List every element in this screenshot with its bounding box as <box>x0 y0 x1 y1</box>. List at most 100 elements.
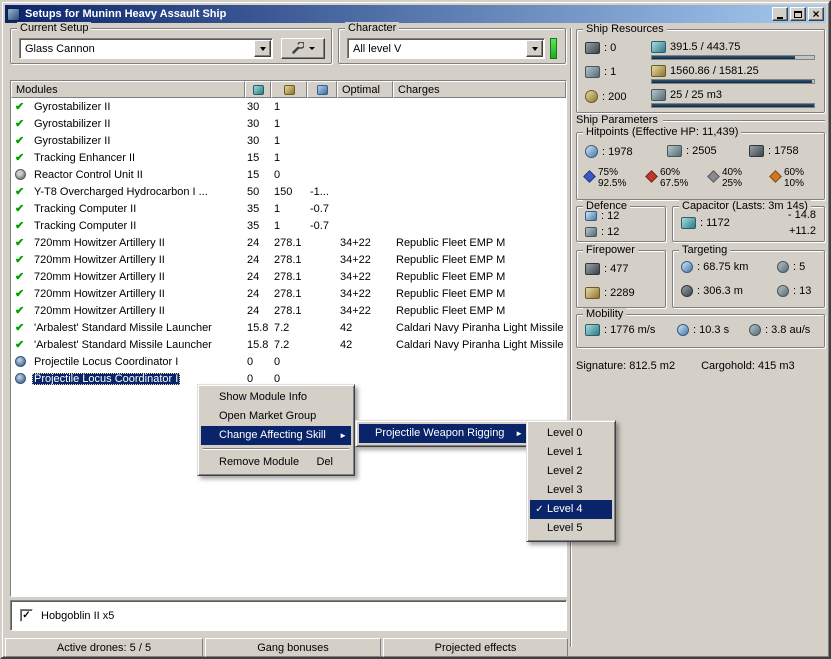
module-optimal: 34+22 <box>340 287 371 300</box>
module-name: 720mm Howitzer Artillery II <box>34 236 165 249</box>
thermal-resist-icon <box>645 170 658 183</box>
setup-tools-button[interactable] <box>281 38 325 59</box>
module-powergrid: 1 <box>274 117 281 130</box>
armor-resist-value: 92.5% <box>598 178 627 189</box>
module-row[interactable]: ✔ 720mm Howitzer Artillery II 24 278.1 34+22… <box>11 251 566 268</box>
menu-separator <box>203 448 349 450</box>
tab-gang-bonuses[interactable]: Gang bonuses <box>205 638 381 657</box>
module-row[interactable]: ✔ Tracking Computer II 35 1 -0.7 <box>11 200 566 217</box>
module-row[interactable]: ✔ Gyrostabilizer II 30 1 <box>11 115 566 132</box>
title-bar[interactable]: Setups for Muninn Heavy Assault Ship × <box>5 5 826 23</box>
module-charges: Caldari Navy Piranha Light Missile <box>396 338 564 351</box>
module-cap: -0.7 <box>310 202 329 215</box>
module-row[interactable]: ✔ 'Arbalest' Standard Missile Launcher 15.… <box>11 319 566 336</box>
module-row[interactable]: ✔ 'Arbalest' Standard Missile Launcher 15.… <box>11 336 566 353</box>
module-charges: Caldari Navy Piranha Light Missile <box>396 321 564 334</box>
cpu-column-header[interactable] <box>245 81 271 98</box>
warp-speed: : 3.8 au/s <box>749 324 810 336</box>
cpu-resource: 391.5 / 443.75 <box>651 40 815 60</box>
setup-dropdown-arrow-icon[interactable] <box>254 40 271 57</box>
module-row[interactable]: Projectile Locus Coordinator I 0 0 <box>11 353 566 370</box>
check-icon: ✔ <box>15 304 25 317</box>
menu-item[interactable]: Show Module Info <box>201 388 351 407</box>
check-icon: ✔ <box>15 134 25 147</box>
module-row[interactable]: ✔ Tracking Computer II 35 1 -0.7 <box>11 217 566 234</box>
minimize-button[interactable] <box>772 7 788 21</box>
module-cpu: 24 <box>247 270 260 283</box>
maximize-button[interactable] <box>790 7 806 21</box>
tab-projected-effects[interactable]: Projected effects <box>383 638 568 657</box>
module-row[interactable]: Reactor Control Unit II 15 0 <box>11 166 566 183</box>
module-row[interactable]: ✔ 720mm Howitzer Artillery II 24 278.1 34+22… <box>11 234 566 251</box>
powergrid-icon <box>283 84 295 95</box>
resist-em: 75% 92.5% <box>583 167 647 189</box>
menu-item[interactable]: Open Market Group <box>201 407 351 426</box>
capacitor-icon <box>681 217 696 229</box>
current-setup-label: Current Setup <box>17 22 92 35</box>
armor-repair-icon <box>585 227 597 237</box>
gear-icon <box>11 169 29 180</box>
turret-hardpoint-icon <box>585 42 600 54</box>
menu-item-level[interactable]: Level 2 <box>530 462 612 481</box>
modules-column-header[interactable]: Modules <box>11 81 245 98</box>
charges-column-header[interactable]: Charges <box>393 81 566 98</box>
menu-item[interactable]: Remove Module Del <box>201 453 351 472</box>
module-optimal: 34+22 <box>340 304 371 317</box>
armor-resist-value: 67.5% <box>660 178 689 189</box>
armor-resist-value: 25% <box>722 178 743 189</box>
shield-recharge: : 12 <box>585 210 619 222</box>
capacitor-column-header[interactable] <box>307 81 337 98</box>
module-name: Gyrostabilizer II <box>34 100 111 113</box>
optimal-column-header[interactable]: Optimal <box>337 81 393 98</box>
module-row[interactable]: ✔ 720mm Howitzer Artillery II 24 278.1 34+22… <box>11 302 566 319</box>
hobgoblin-checkbox[interactable]: ✓ <box>20 609 33 622</box>
capacitor-recharge: +11.2 <box>788 225 816 237</box>
structure-icon <box>749 145 764 157</box>
setup-value: Glass Cannon <box>25 42 95 55</box>
ship-resources-label: Ship Resources <box>583 23 667 36</box>
menu-item-skill[interactable]: Projectile Weapon Rigging ► <box>359 424 527 443</box>
signature-value: Signature: 812.5 m2 <box>576 360 676 372</box>
module-name: Gyrostabilizer II <box>34 117 111 130</box>
cpu-icon <box>252 84 264 95</box>
module-powergrid: 1 <box>274 100 281 113</box>
menu-item-level[interactable]: Level 5 <box>530 519 612 538</box>
close-button[interactable]: × <box>808 7 824 21</box>
menu-shortcut: Del <box>316 456 333 468</box>
setup-select[interactable]: Glass Cannon <box>19 38 273 59</box>
menu-item[interactable]: Change Affecting Skill ► <box>201 426 351 445</box>
module-powergrid: 1 <box>274 202 281 215</box>
module-cpu: 30 <box>247 117 260 130</box>
speed-icon <box>585 324 600 336</box>
module-optimal: 34+22 <box>340 236 371 249</box>
menu-item-level[interactable]: Level 0 <box>530 424 612 443</box>
close-icon: × <box>812 7 820 21</box>
hitpoints-group: Hitpoints (Effective HP: 11,439) : 1978 … <box>576 126 825 200</box>
dronebay-bar <box>651 103 815 108</box>
module-row[interactable]: ✔ 720mm Howitzer Artillery II 24 278.1 34+22… <box>11 268 566 285</box>
character-select[interactable]: All level V <box>347 38 545 59</box>
module-name: 720mm Howitzer Artillery II <box>34 270 165 283</box>
powergrid-column-header[interactable] <box>271 81 307 98</box>
shield-hp: : 1978 <box>585 145 633 158</box>
module-row[interactable]: ✔ Y-T8 Overcharged Hydrocarbon I ... 50 150… <box>11 183 566 200</box>
tab-active-drones[interactable]: Active drones: 5 / 5 <box>5 638 203 657</box>
calibration-icon <box>585 90 598 103</box>
module-charges: Republic Fleet EMP M <box>396 304 506 317</box>
module-name: Y-T8 Overcharged Hydrocarbon I ... <box>34 185 208 198</box>
menu-item-level[interactable]: ✓ Level 4 <box>530 500 612 519</box>
module-row[interactable]: ✔ Tracking Enhancer II 15 1 <box>11 149 566 166</box>
module-cpu: 35 <box>247 202 260 215</box>
menu-item-level[interactable]: Level 3 <box>530 481 612 500</box>
level-submenu: Level 0 Level 1 Level 2 Level 3 ✓ Level 4 Leve… <box>526 420 616 542</box>
align-time: : 10.3 s <box>677 324 729 336</box>
module-row[interactable]: ✔ Gyrostabilizer II 30 1 <box>11 98 566 115</box>
character-group: Character All level V <box>338 22 566 64</box>
character-dropdown-arrow-icon[interactable] <box>526 40 543 57</box>
menu-item-level[interactable]: Level 1 <box>530 443 612 462</box>
module-row[interactable]: ✔ Gyrostabilizer II 30 1 <box>11 132 566 149</box>
module-row[interactable]: ✔ 720mm Howitzer Artillery II 24 278.1 34+22… <box>11 285 566 302</box>
check-icon: ✔ <box>15 185 25 198</box>
module-powergrid: 278.1 <box>274 236 302 249</box>
module-powergrid: 1 <box>274 219 281 232</box>
